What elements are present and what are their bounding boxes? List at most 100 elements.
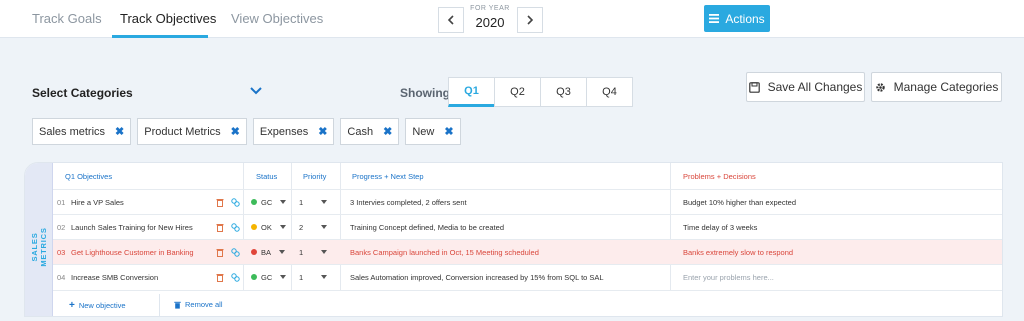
priority-select[interactable]: 1 xyxy=(299,240,328,264)
problems-input[interactable]: Enter your problems here... xyxy=(683,265,774,289)
status-select[interactable]: BA xyxy=(251,240,286,264)
status-value: BA xyxy=(261,247,272,257)
quarter-q4[interactable]: Q4 xyxy=(586,77,633,107)
progress-text[interactable]: Training Concept defined, Media to be cr… xyxy=(350,215,504,239)
header-progress: Progress + Next Step xyxy=(352,171,424,181)
status-select[interactable]: GC xyxy=(251,190,287,214)
link-icon[interactable] xyxy=(231,190,240,214)
caret-down-icon xyxy=(279,225,286,229)
chip-label: Sales metrics xyxy=(39,125,106,138)
status-value: GC xyxy=(261,197,273,207)
caret-down-icon xyxy=(280,200,287,204)
header-problems: Problems + Decisions xyxy=(683,171,756,181)
remove-chip-icon[interactable]: ✖ xyxy=(115,125,124,138)
link-icon[interactable] xyxy=(231,265,240,289)
caret-down-icon xyxy=(321,200,328,204)
table-row[interactable]: 02 Launch Sales Training for New Hires O… xyxy=(53,214,1002,239)
remove-chip-icon[interactable]: ✖ xyxy=(318,125,327,138)
problems-text[interactable]: Budget 10% higher than expected xyxy=(683,190,796,214)
table-footer: + New objective Remove all xyxy=(53,290,1002,316)
priority-value: 2 xyxy=(299,222,304,232)
trash-icon[interactable] xyxy=(216,265,224,289)
tab-track-goals[interactable]: Track Goals xyxy=(32,11,102,26)
problems-text[interactable]: Banks extremely slow to respond xyxy=(683,240,793,264)
row-number: 03 xyxy=(57,247,66,257)
objective-text[interactable]: Hire a VP Sales xyxy=(71,190,124,214)
manage-label: Manage Categories xyxy=(893,80,999,94)
status-dot-icon xyxy=(251,224,257,230)
select-categories-dropdown[interactable]: Select Categories xyxy=(32,86,133,100)
new-objective-label: New objective xyxy=(78,301,126,310)
actions-button[interactable]: Actions xyxy=(704,5,770,32)
row-number: 01 xyxy=(57,197,66,207)
status-value: GC xyxy=(261,272,273,282)
chevron-down-icon[interactable] xyxy=(250,86,262,96)
save-all-changes-button[interactable]: Save All Changes xyxy=(746,72,865,102)
chip-expenses: Expenses ✖ xyxy=(252,118,335,145)
status-select[interactable]: OK xyxy=(251,215,286,239)
year-value: 2020 xyxy=(475,15,505,30)
progress-text[interactable]: 3 Intervies completed, 2 offers sent xyxy=(350,190,467,214)
category-label-line2: METRICS xyxy=(39,227,48,267)
status-dot-icon xyxy=(251,249,257,255)
save-label: Save All Changes xyxy=(767,80,863,94)
plus-icon: + xyxy=(69,300,75,311)
chip-label: Expenses xyxy=(259,125,309,138)
priority-value: 1 xyxy=(299,197,304,207)
progress-text[interactable]: Banks Campaign launched in Oct, 15 Meeti… xyxy=(350,240,539,264)
header-priority: Priority xyxy=(303,171,327,181)
remove-chip-icon[interactable]: ✖ xyxy=(383,125,392,138)
top-navigation: Track Goals Track Objectives View Object… xyxy=(0,0,1024,38)
priority-select[interactable]: 1 xyxy=(299,265,328,289)
remove-all-label: Remove all xyxy=(185,300,223,309)
trash-icon xyxy=(174,301,181,309)
floppy-disk-icon xyxy=(748,81,760,93)
caret-down-icon xyxy=(321,275,328,279)
problems-text[interactable]: Time delay of 3 weeks xyxy=(683,215,757,239)
tab-track-objectives[interactable]: Track Objectives xyxy=(120,11,216,26)
objectives-table: SALES METRICS Q1 Objectives Status Prior… xyxy=(24,162,1003,317)
tab-view-objectives[interactable]: View Objectives xyxy=(231,11,323,26)
manage-categories-button[interactable]: Manage Categories xyxy=(871,72,1002,102)
caret-down-icon xyxy=(321,225,328,229)
header-objectives: Q1 Objectives xyxy=(65,171,113,181)
objective-text[interactable]: Increase SMB Conversion xyxy=(71,265,158,289)
priority-select[interactable]: 1 xyxy=(299,190,328,214)
remove-chip-icon[interactable]: ✖ xyxy=(444,125,453,138)
caret-down-icon xyxy=(279,250,286,254)
caret-down-icon xyxy=(280,275,287,279)
caret-down-icon xyxy=(321,250,328,254)
new-objective-button[interactable]: + New objective xyxy=(69,300,126,311)
quarter-q3[interactable]: Q3 xyxy=(540,77,587,107)
header-status: Status xyxy=(256,171,278,181)
quarter-q2[interactable]: Q2 xyxy=(494,77,541,107)
chip-label: Cash xyxy=(347,125,374,138)
remove-chip-icon[interactable]: ✖ xyxy=(231,125,240,138)
category-chips: Sales metrics ✖ Product Metrics ✖ Expenses… xyxy=(32,118,461,145)
menu-icon xyxy=(709,14,720,23)
table-row[interactable]: 03 Get Lighthouse Customer in Banking BA… xyxy=(53,239,1002,264)
progress-text[interactable]: Sales Automation improved, Conversion in… xyxy=(350,265,604,289)
chip-sales-metrics: Sales metrics ✖ xyxy=(32,118,132,145)
trash-icon[interactable] xyxy=(216,215,224,239)
objective-text[interactable]: Launch Sales Training for New Hires xyxy=(71,215,193,239)
objective-text[interactable]: Get Lighthouse Customer in Banking xyxy=(71,240,194,264)
table-row[interactable]: 01 Hire a VP Sales GC 1 3 Intervies comp… xyxy=(53,189,1002,214)
trash-icon[interactable] xyxy=(216,240,224,264)
chevron-left-icon xyxy=(447,15,454,25)
priority-select[interactable]: 2 xyxy=(299,215,328,239)
next-year-button[interactable] xyxy=(517,7,543,33)
trash-icon[interactable] xyxy=(216,190,224,214)
status-select[interactable]: GC xyxy=(251,265,287,289)
quarter-selector: Q1 Q2 Q3 Q4 xyxy=(448,77,633,107)
chip-product-metrics: Product Metrics ✖ xyxy=(137,118,247,145)
row-number: 02 xyxy=(57,222,66,232)
status-value: OK xyxy=(261,222,272,232)
remove-all-button[interactable]: Remove all xyxy=(174,300,223,309)
showing-label: Showing xyxy=(400,86,450,100)
link-icon[interactable] xyxy=(231,215,240,239)
table-row[interactable]: 04 Increase SMB Conversion GC 1 Sales Au… xyxy=(53,264,1002,289)
quarter-q1[interactable]: Q1 xyxy=(448,77,495,107)
previous-year-button[interactable] xyxy=(438,7,464,33)
link-icon[interactable] xyxy=(231,240,240,264)
